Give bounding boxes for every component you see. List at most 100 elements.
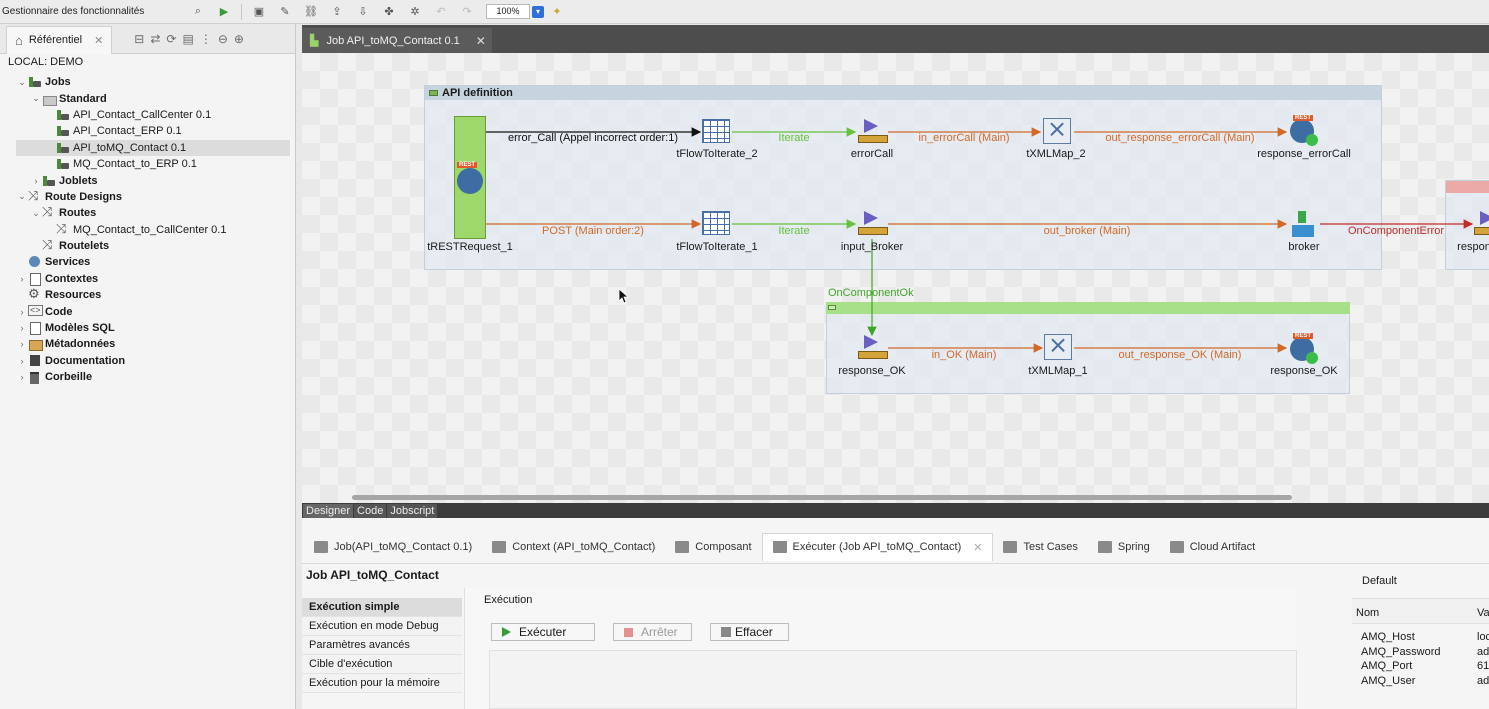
chevron-right-icon[interactable]: › (16, 274, 28, 284)
link-icon[interactable]: ⛓ (302, 4, 320, 20)
mq-input-icon[interactable] (858, 119, 888, 143)
tree-item[interactable]: › Code (0, 303, 295, 319)
context-row[interactable]: AMQ_Host loc (1352, 630, 1489, 645)
flow-label-error-call[interactable]: error_Call (Appel incorrect order:1) (508, 132, 678, 144)
tab-job-editor[interactable]: ▙ Job API_toMQ_Contact 0.1 ✕ (302, 28, 492, 53)
flow-label-iterate-mid[interactable]: Iterate (778, 225, 809, 237)
tree-item[interactable]: › Modèles SQL (0, 320, 295, 336)
tree-item[interactable]: › Corbeille (0, 369, 295, 385)
tab-bottom-6[interactable]: Cloud Artifact (1160, 533, 1265, 561)
chevron-right-icon[interactable]: › (16, 372, 28, 382)
zoom-field[interactable]: 100% (486, 4, 530, 19)
chevron-right-icon[interactable]: › (16, 307, 28, 317)
tab-bottom-2[interactable]: Composant (665, 533, 761, 561)
chevron-right-icon[interactable]: › (16, 339, 28, 349)
close-icon[interactable]: ✕ (973, 541, 982, 554)
tab-bottom-3[interactable]: Exécuter (Job API_toMQ_Contact) ✕ (761, 532, 994, 561)
context-selector[interactable]: Default (1362, 575, 1397, 587)
chevron-down-icon[interactable]: ▾ (532, 5, 544, 18)
canvas-horizontal-scrollbar[interactable] (352, 495, 1292, 500)
settings-icon[interactable]: ✲ (406, 4, 424, 20)
designer-canvas[interactable]: API definition REST tRESTRequest_1 tFlow… (302, 53, 1489, 503)
chevron-down-icon[interactable]: ⌄ (30, 93, 42, 104)
tree-item[interactable]: API_Contact_ERP 0.1 (0, 123, 295, 139)
rest-response-icon[interactable]: REST (1290, 333, 1318, 364)
tree-item[interactable]: Routelets (0, 237, 295, 254)
maximize-icon[interactable]: ⊕ (234, 32, 244, 46)
flow-to-iterate-icon[interactable] (702, 211, 730, 235)
flow-label-in-error-call[interactable]: in_errorCall (Main) (918, 132, 1009, 144)
tree-item[interactable]: › Joblets (0, 172, 295, 188)
flow-label-out-response-error-call[interactable]: out_response_errorCall (Main) (1105, 132, 1254, 144)
chevron-right-icon[interactable]: › (16, 323, 28, 333)
link-editor-icon[interactable]: ⇄ (150, 32, 160, 46)
tree-item[interactable]: API_Contact_CallCenter 0.1 (0, 107, 295, 123)
tree-item[interactable]: Services (0, 254, 295, 270)
tab-view-designer[interactable]: Designer (303, 504, 354, 518)
xmlmap-icon[interactable] (1044, 331, 1072, 360)
flow-label-iterate-top[interactable]: Iterate (778, 132, 809, 144)
mq-input-icon[interactable] (858, 211, 888, 235)
xmlmap-icon[interactable] (1043, 115, 1071, 144)
tree-item[interactable]: API_toMQ_Contact 0.1 (16, 139, 290, 156)
flow-label-on-component-error[interactable]: OnComponentError (1348, 225, 1444, 237)
run-button[interactable]: Exécuter (491, 623, 595, 641)
broker-icon[interactable] (1292, 211, 1314, 239)
flow-label-on-component-ok[interactable]: OnComponentOk (828, 287, 914, 299)
filter-icon[interactable]: ▤ (182, 32, 193, 46)
close-icon[interactable]: ✕ (476, 34, 486, 48)
export-icon[interactable]: ▣ (250, 4, 268, 20)
chevron-down-icon[interactable]: ⌄ (30, 208, 42, 219)
tree-item[interactable]: Resources (0, 286, 295, 303)
run-menu-item[interactable]: Cible d'exécution (302, 655, 462, 674)
puzzle-icon[interactable]: ✤ (380, 4, 398, 20)
tree-item[interactable]: › Métadonnées (0, 336, 295, 352)
search-icon[interactable]: ⌕ (189, 4, 207, 20)
more-icon[interactable]: ⋮ (200, 32, 212, 46)
tree-item[interactable]: MQ_Contact_to_ERP 0.1 (0, 156, 295, 172)
tree-item[interactable]: ⌄ Routes (0, 204, 295, 221)
context-row[interactable]: AMQ_Port 61 (1352, 659, 1489, 674)
tree-item[interactable]: › Contextes (0, 271, 295, 287)
wand-icon[interactable]: ✦ (548, 4, 566, 20)
rest-response-icon[interactable]: REST (1290, 115, 1318, 146)
tree-item[interactable]: ⌄ Standard (0, 90, 295, 106)
chevron-right-icon[interactable]: › (30, 176, 42, 186)
chevron-right-icon[interactable]: › (16, 356, 28, 366)
mq-input-icon[interactable] (858, 335, 888, 359)
flow-label-in-ok[interactable]: in_OK (Main) (932, 349, 997, 361)
flow-to-iterate-icon[interactable] (702, 119, 730, 143)
context-row[interactable]: AMQ_Password ad (1352, 645, 1489, 660)
refresh-icon[interactable]: ⟳ (166, 32, 176, 46)
tab-bottom-0[interactable]: Job(API_toMQ_Contact 0.1) (304, 533, 482, 561)
collapse-all-icon[interactable]: ⊟ (134, 32, 144, 46)
context-row[interactable]: AMQ_User ad (1352, 674, 1489, 689)
tree-item[interactable]: ⌄ Route Designs (0, 188, 295, 205)
tab-bottom-5[interactable]: Spring (1088, 533, 1160, 561)
edit-icon[interactable]: ✎ (276, 4, 294, 20)
tab-view-code[interactable]: Code (354, 504, 387, 518)
tab-bottom-4[interactable]: Test Cases (993, 533, 1087, 561)
minimize-icon[interactable]: ⊖ (218, 32, 228, 46)
tab-bottom-1[interactable]: Context (API_toMQ_Contact) (482, 533, 665, 561)
run-menu-item[interactable]: Exécution simple (302, 598, 462, 617)
tab-repository[interactable]: ⌂ Référentiel ✕ (6, 25, 113, 54)
close-icon[interactable]: ✕ (94, 34, 103, 47)
mq-input-icon[interactable] (1474, 211, 1489, 235)
run-menu-item[interactable]: Paramètres avancés (302, 636, 462, 655)
run-menu-item[interactable]: Exécution en mode Debug (302, 617, 462, 636)
download-icon[interactable]: ⇩ (354, 4, 372, 20)
run-icon[interactable]: ▶ (215, 4, 233, 20)
clear-button[interactable]: Effacer (710, 623, 789, 641)
run-menu-item[interactable]: Exécution pour la mémoire (302, 674, 462, 693)
upload-icon[interactable]: ⇪ (328, 4, 346, 20)
console-output[interactable] (489, 650, 1297, 709)
tree-item[interactable]: ⌄ Jobs (0, 74, 295, 90)
flow-label-out-broker[interactable]: out_broker (Main) (1044, 225, 1131, 237)
tab-view-jobscript[interactable]: Jobscript (387, 504, 438, 518)
undo-icon[interactable]: ↶ (432, 4, 450, 20)
redo-icon[interactable]: ↷ (458, 4, 476, 20)
tree-item[interactable]: › Documentation (0, 353, 295, 369)
flow-label-post[interactable]: POST (Main order:2) (542, 225, 644, 237)
flow-label-out-response-ok[interactable]: out_response_OK (Main) (1119, 349, 1242, 361)
